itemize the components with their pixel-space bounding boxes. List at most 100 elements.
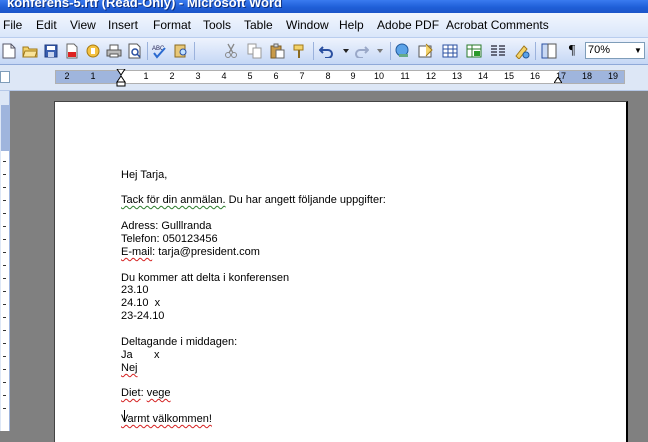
toolbar-separator <box>147 42 148 60</box>
ruler-tick <box>3 213 6 214</box>
ruler-label: 5 <box>247 71 253 81</box>
research-icon[interactable] <box>172 42 190 60</box>
paste-icon[interactable] <box>268 42 286 60</box>
undo-icon[interactable] <box>318 42 336 60</box>
ruler-tick <box>3 161 6 162</box>
ruler-tick <box>3 226 6 227</box>
dinner-no-line: Nej <box>121 362 138 374</box>
indent-marker-icon[interactable] <box>116 69 126 87</box>
redo-icon[interactable] <box>352 42 370 60</box>
zoom-value: 70% <box>588 44 611 56</box>
zoom-select[interactable]: 70% ▼ <box>585 42 645 59</box>
spelling-icon[interactable]: ABC <box>151 42 169 60</box>
drawing-icon[interactable] <box>513 42 531 60</box>
thanks-text: Du har angett följande uppgifter: <box>225 194 386 206</box>
thanks-line: Tack för din anmälan. Du har angett följ… <box>121 194 386 206</box>
ruler-label: 19 <box>607 71 618 81</box>
ruler-label: 8 <box>325 71 331 81</box>
toolbar-separator <box>535 42 536 60</box>
address-line: Adress: Gulllranda <box>121 220 212 232</box>
redo-dropdown-icon[interactable] <box>371 42 389 60</box>
ruler-tick <box>3 382 6 383</box>
ruler-label: 1 <box>143 71 149 81</box>
ruler-tick <box>3 187 6 188</box>
open-folder-icon[interactable] <box>21 42 39 60</box>
ruler-label: 6 <box>273 71 279 81</box>
spelling-error: Diet <box>121 387 141 399</box>
menu-help[interactable]: Help <box>339 18 364 32</box>
phone-line: Telefon: 050123456 <box>121 233 218 245</box>
standard-toolbar: ABC ¶ 70% ▼ <box>0 38 648 65</box>
ruler-tick <box>3 239 6 240</box>
window-title: konferens-5.rtf (Read-Only) - Microsoft … <box>7 0 282 10</box>
ruler-label: 11 <box>400 71 410 81</box>
ruler-tick <box>3 330 6 331</box>
pdf-icon[interactable] <box>63 42 81 60</box>
greeting-line: Hej Tarja, <box>121 169 168 181</box>
spelling-error: vege <box>146 387 171 399</box>
ruler-tick <box>3 304 6 305</box>
dinner-line: Deltagande i middagen: <box>121 336 238 348</box>
toolbar-separator <box>390 42 391 60</box>
chevron-down-icon[interactable]: ▼ <box>632 43 644 58</box>
tab-selector[interactable] <box>0 71 10 83</box>
vertical-ruler[interactable] <box>0 91 10 431</box>
email-text: : tarja@president.com <box>152 246 260 258</box>
new-doc-icon[interactable] <box>0 42 18 60</box>
tables-borders-icon[interactable] <box>417 42 435 60</box>
right-indent-marker-icon[interactable] <box>554 77 562 83</box>
menu-tools[interactable]: Tools <box>203 18 231 32</box>
ruler-tick <box>3 200 6 201</box>
top-margin-area <box>1 105 9 151</box>
format-painter-icon[interactable] <box>291 42 309 60</box>
ruler-label: 12 <box>425 71 436 81</box>
insert-excel-icon[interactable] <box>465 42 483 60</box>
hyperlink-icon[interactable] <box>394 42 412 60</box>
permission-icon[interactable] <box>84 42 102 60</box>
insert-table-icon[interactable] <box>441 42 459 60</box>
ruler-tick <box>3 317 6 318</box>
ruler-bar: 2 1 1 2 3 4 5 6 7 8 9 10 11 12 13 14 15 … <box>0 65 648 91</box>
columns-icon[interactable] <box>489 42 507 60</box>
ruler-tick <box>3 291 6 292</box>
menu-bar: File Edit View Insert Format Tools Table… <box>0 13 648 38</box>
menu-file[interactable]: File <box>3 18 22 32</box>
ruler-label: 2 <box>169 71 175 81</box>
ruler-label: 16 <box>529 71 540 81</box>
cut-icon[interactable] <box>222 42 240 60</box>
document-workspace: Hej Tarja, Tack för din anmälan. Du har … <box>10 91 648 442</box>
date-option-1: 23.10 <box>121 284 149 296</box>
show-formatting-icon[interactable]: ¶ <box>563 42 581 60</box>
spelling-error: Varmt välkommen! <box>121 413 212 425</box>
date-option-2: 24.10 x <box>121 297 161 309</box>
horizontal-ruler[interactable]: 2 1 1 2 3 4 5 6 7 8 9 10 11 12 13 14 15 … <box>55 69 625 87</box>
toolbar-separator <box>194 42 195 60</box>
document-map-icon[interactable] <box>540 42 558 60</box>
menu-adobe-pdf[interactable]: Adobe PDF <box>377 18 439 32</box>
menu-table[interactable]: Table <box>244 18 273 32</box>
ruler-label: 1 <box>90 71 96 81</box>
copy-icon[interactable] <box>246 42 264 60</box>
toolbar-separator <box>313 42 314 60</box>
document-page[interactable]: Hej Tarja, Tack för din anmälan. Du har … <box>54 101 628 442</box>
menu-acrobat-comments[interactable]: Acrobat Comments <box>446 18 549 32</box>
menu-view[interactable]: View <box>70 18 96 32</box>
ruler-label: 10 <box>373 71 384 81</box>
ruler-tick <box>3 265 6 266</box>
ruler-tick <box>3 369 6 370</box>
save-icon[interactable] <box>42 42 60 60</box>
attend-line: Du kommer att delta i konferensen <box>121 272 290 284</box>
dinner-yes-line: Ja x <box>121 349 160 361</box>
menu-format[interactable]: Format <box>153 18 191 32</box>
ruler-label: 18 <box>581 71 592 81</box>
text-caret <box>124 410 125 422</box>
menu-window[interactable]: Window <box>286 18 329 32</box>
menu-insert[interactable]: Insert <box>108 18 138 32</box>
print-icon[interactable] <box>105 42 123 60</box>
ruler-label: 4 <box>221 71 227 81</box>
menu-edit[interactable]: Edit <box>36 18 57 32</box>
print-preview-icon[interactable] <box>126 42 144 60</box>
ruler-label: 14 <box>477 71 488 81</box>
ruler-label: 9 <box>350 71 356 81</box>
ruler-tick <box>3 395 6 396</box>
